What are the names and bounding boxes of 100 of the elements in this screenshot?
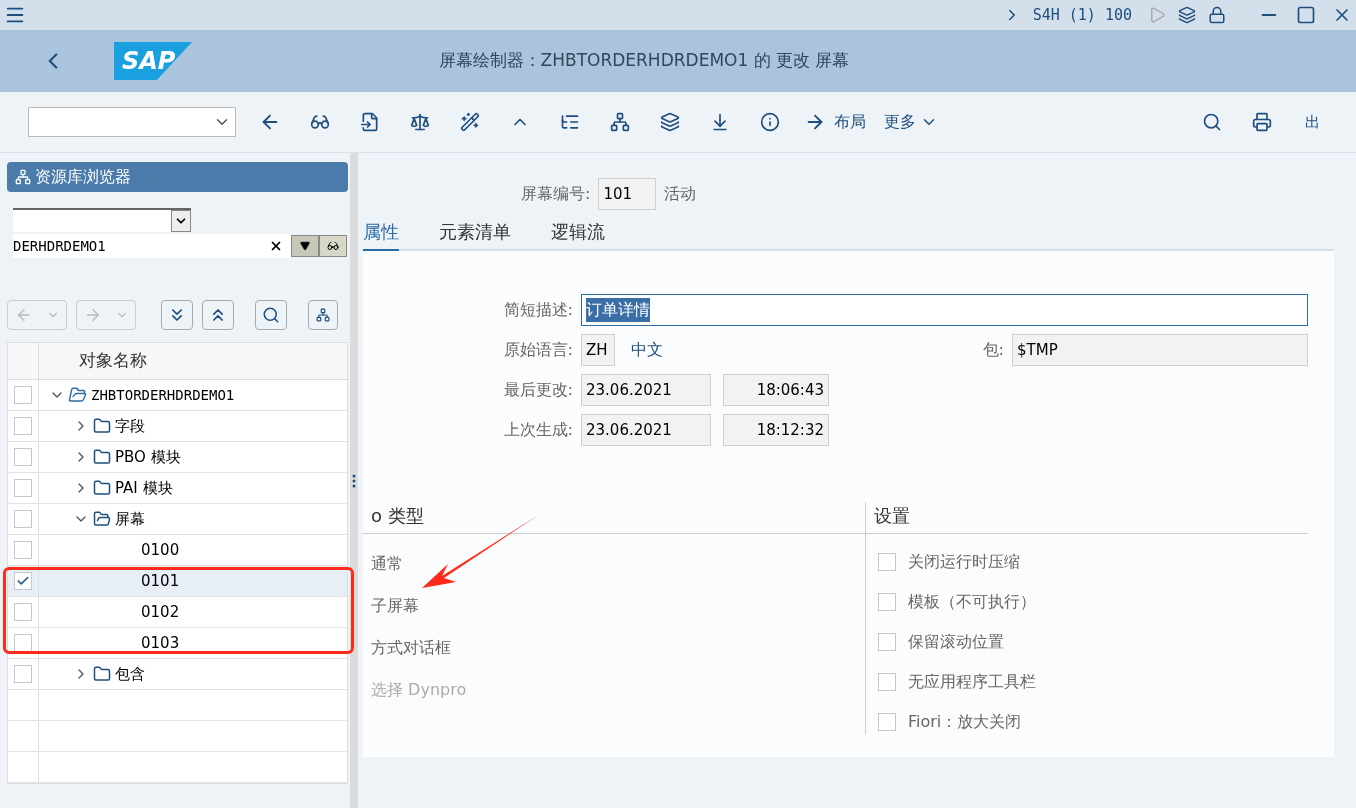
checkbox[interactable] xyxy=(14,603,32,621)
column-header: 对象名称 xyxy=(78,349,147,373)
tree-row[interactable]: 0101 xyxy=(8,566,347,597)
checkbox[interactable] xyxy=(878,593,896,611)
checkbox[interactable] xyxy=(878,553,896,571)
tab[interactable]: 逻辑流 xyxy=(551,218,605,249)
glasses-button[interactable] xyxy=(319,235,347,257)
object-type-dropdown[interactable] xyxy=(13,208,191,232)
setting-label: 模板（不可执行） xyxy=(908,591,1036,613)
checkbox[interactable] xyxy=(14,386,32,404)
tree-label: PBO 模块 xyxy=(115,446,181,468)
maximize-icon[interactable] xyxy=(1296,5,1316,25)
setting-label: Fiori：放大关闭 xyxy=(908,711,1022,733)
folder-icon xyxy=(93,479,111,497)
wand-icon[interactable] xyxy=(460,112,480,132)
tree-row[interactable]: 包含 xyxy=(8,659,347,690)
folder-icon xyxy=(93,417,111,435)
tree-label: 0102 xyxy=(141,601,180,623)
setting-label: 保留滚动位置 xyxy=(908,631,1004,653)
field-label: 上次生成: xyxy=(502,419,573,441)
dropdown-button[interactable] xyxy=(291,235,319,257)
field-label: 包: xyxy=(982,339,1004,361)
field-label: 最后更改: xyxy=(502,379,573,401)
exit-button[interactable]: 出 xyxy=(1296,110,1328,134)
object-name-field[interactable]: DERHDRDEMO1 xyxy=(13,234,291,258)
checkbox[interactable] xyxy=(878,713,896,731)
splitter-handle[interactable] xyxy=(352,473,356,488)
more-button[interactable]: 更多 xyxy=(884,110,938,134)
hierarchy-button[interactable] xyxy=(308,300,338,330)
layout-button[interactable]: 布局 xyxy=(804,110,866,134)
time-field[interactable]: 18:06:43 xyxy=(723,374,829,406)
search-icon xyxy=(262,306,280,324)
checkbox[interactable] xyxy=(14,417,32,435)
screen-number-field[interactable]: 101 xyxy=(598,178,657,210)
tree-label: 0103 xyxy=(141,632,180,654)
date-field[interactable]: 23.06.2021 xyxy=(581,374,711,406)
glasses-icon xyxy=(327,240,339,252)
tree-row[interactable]: 字段 xyxy=(8,411,347,442)
tree-label: 包含 xyxy=(115,663,145,685)
command-field[interactable] xyxy=(28,107,236,137)
checkbox[interactable] xyxy=(14,634,32,652)
tab[interactable]: 元素清单 xyxy=(439,218,511,249)
tree-label: PAI 模块 xyxy=(115,477,173,499)
checkbox[interactable] xyxy=(14,541,32,559)
check-icon xyxy=(16,574,30,588)
language-field[interactable]: ZH xyxy=(581,334,615,366)
session-info: S4H (1) 100 xyxy=(1032,4,1132,26)
folder-open-icon xyxy=(67,386,89,404)
tree-label: 屏幕 xyxy=(115,508,145,530)
checkbox[interactable] xyxy=(14,572,32,590)
tree-label: 0100 xyxy=(141,539,180,561)
file-input-icon[interactable] xyxy=(360,112,380,132)
printer-icon[interactable] xyxy=(1252,112,1272,132)
expand-all-button[interactable] xyxy=(161,300,193,330)
description-field[interactable]: 订单详情 xyxy=(581,294,1308,326)
date-field[interactable]: 23.06.2021 xyxy=(581,414,711,446)
scale-icon[interactable] xyxy=(410,112,430,132)
tree-row[interactable]: ZHBTORDERHDRDEMO1 xyxy=(8,380,347,411)
hierarchy-icon[interactable] xyxy=(610,112,630,132)
folder-icon xyxy=(93,448,111,466)
collapse-all-button[interactable] xyxy=(202,300,234,330)
checkbox[interactable] xyxy=(14,510,32,528)
checkbox[interactable] xyxy=(14,448,32,466)
panel-title: 资源库浏览器 xyxy=(35,166,131,188)
info-icon[interactable] xyxy=(760,112,780,132)
package-field[interactable]: $TMP xyxy=(1012,334,1308,366)
checkbox[interactable] xyxy=(878,633,896,651)
checkbox[interactable] xyxy=(14,479,32,497)
setting-label: 关闭运行时压缩 xyxy=(908,551,1020,573)
field-label: 简短描述: xyxy=(502,299,573,321)
section-title: 设置 xyxy=(866,502,1308,534)
search-icon[interactable] xyxy=(1202,112,1222,132)
clear-icon[interactable] xyxy=(269,239,283,253)
type-option[interactable]: 方式对话框 xyxy=(363,636,865,660)
checkbox[interactable] xyxy=(14,665,32,683)
folder-open-icon xyxy=(93,510,111,528)
download-icon[interactable] xyxy=(710,112,730,132)
type-option[interactable]: 通常 xyxy=(363,552,865,576)
search-button[interactable] xyxy=(255,300,287,330)
glasses-icon[interactable] xyxy=(310,112,330,132)
lock-icon[interactable] xyxy=(1208,6,1226,24)
field-label: 原始语言: xyxy=(502,339,573,361)
triangle-down-icon xyxy=(300,241,310,251)
tree-row[interactable]: PAI 模块 xyxy=(8,473,347,504)
hierarchy-icon xyxy=(316,308,330,322)
tree-label: ZHBTORDERHDRDEMO1 xyxy=(91,385,235,405)
screen-number-label: 屏幕编号: xyxy=(521,183,591,205)
tree-row[interactable]: 屏幕 xyxy=(8,504,347,535)
time-field[interactable]: 18:12:32 xyxy=(723,414,829,446)
layers-icon[interactable] xyxy=(1178,6,1196,24)
stack-icon[interactable] xyxy=(660,112,680,132)
list-tree-icon[interactable] xyxy=(560,112,580,132)
tree-row[interactable]: PBO 模块 xyxy=(8,442,347,473)
tree-row[interactable]: 0103 xyxy=(8,628,347,659)
tree-row[interactable]: 0102 xyxy=(8,597,347,628)
checkbox[interactable] xyxy=(878,673,896,691)
hierarchy-icon xyxy=(15,169,31,185)
tree-row[interactable]: 0100 xyxy=(8,535,347,566)
tree-label: 0101 xyxy=(141,570,180,592)
type-option[interactable]: 子屏幕 xyxy=(363,594,865,618)
